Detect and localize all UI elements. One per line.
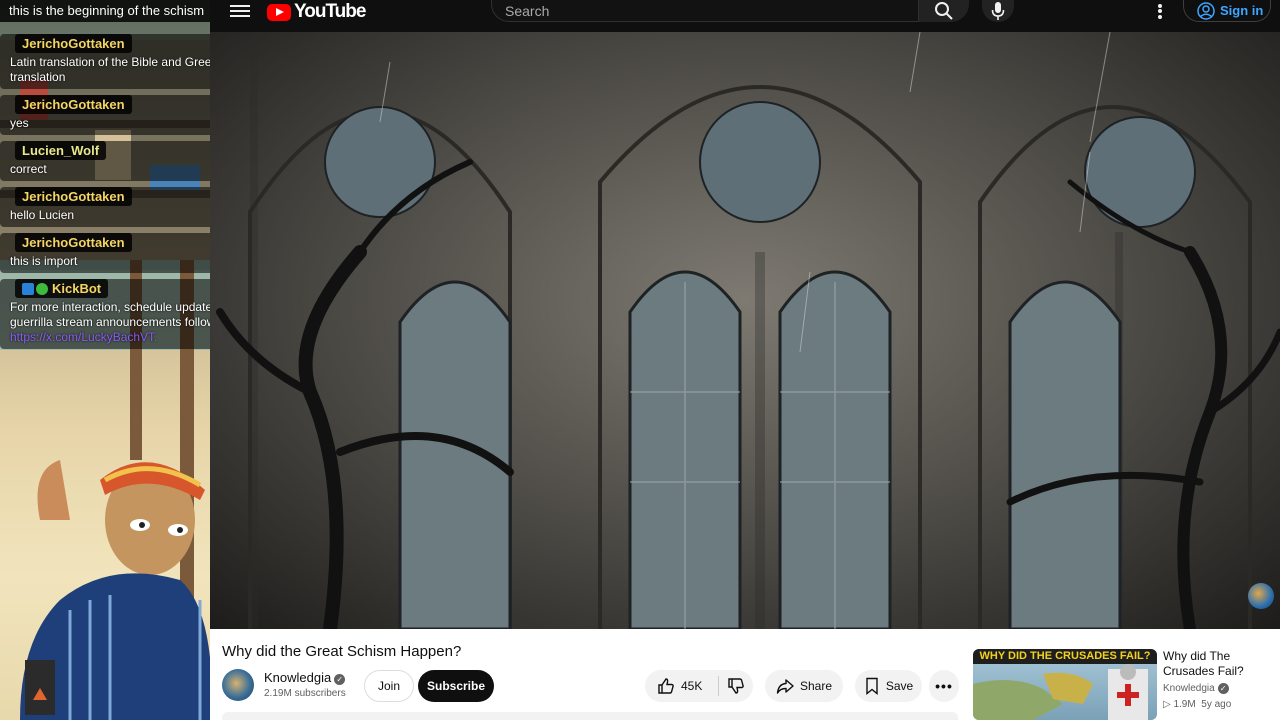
recommended-meta: ▷ 1.9M 5y ago bbox=[1163, 699, 1231, 710]
channel-watermark-icon[interactable] bbox=[1248, 583, 1274, 609]
chat-link[interactable]: https://x.com/LuckyBachVT. bbox=[10, 330, 157, 344]
thumbnail-banner: WHY DID THE CRUSADES FAIL? bbox=[973, 649, 1157, 664]
recommended-thumbnail[interactable]: WHY DID THE CRUSADES FAIL? bbox=[973, 649, 1157, 720]
save-button[interactable]: Save bbox=[855, 670, 922, 702]
sign-in-label: Sign in bbox=[1220, 3, 1264, 18]
chat-username: JerichoGottaken bbox=[15, 34, 132, 53]
account-icon bbox=[1197, 1, 1215, 20]
chat-username: JerichoGottaken bbox=[15, 95, 132, 114]
subscribe-button[interactable]: Subscribe bbox=[418, 670, 494, 702]
search-input[interactable]: Search bbox=[491, 0, 919, 22]
thumbs-up-icon bbox=[658, 678, 674, 694]
bookmark-icon bbox=[866, 677, 878, 695]
chat-username: JerichoGottaken bbox=[15, 187, 132, 206]
save-label: Save bbox=[885, 679, 914, 693]
microphone-icon bbox=[991, 2, 1005, 20]
bot-badge-icon bbox=[22, 283, 48, 295]
more-actions-button[interactable]: ••• bbox=[929, 670, 959, 702]
verified-icon: ✓ bbox=[1217, 683, 1229, 694]
recommended-channel[interactable]: Knowledgia ✓ bbox=[1163, 683, 1229, 694]
chat-username: JerichoGottaken bbox=[15, 233, 132, 252]
share-icon bbox=[776, 679, 794, 694]
dislike-button[interactable] bbox=[719, 677, 745, 695]
subscriber-count: 2.19M subscribers bbox=[264, 688, 346, 699]
share-label: Share bbox=[799, 679, 833, 693]
channel-avatar[interactable] bbox=[222, 669, 254, 701]
recommended-channel-text: Knowledgia bbox=[1163, 683, 1215, 694]
like-dislike-group: 45K bbox=[645, 670, 753, 702]
youtube-play-icon bbox=[267, 3, 291, 21]
youtube-logo[interactable]: YouTube bbox=[267, 1, 366, 23]
search-button[interactable] bbox=[919, 0, 969, 22]
video-title: Why did the Great Schism Happen? bbox=[222, 643, 462, 660]
top-bar: YouTube Search Sign in bbox=[210, 0, 1280, 32]
verified-icon: ✓ bbox=[334, 674, 346, 685]
chat-username: KickBot bbox=[15, 279, 109, 298]
chat-username-text: KickBot bbox=[52, 281, 102, 296]
like-button[interactable]: 45K bbox=[645, 676, 719, 696]
sign-in-button[interactable]: Sign in bbox=[1183, 0, 1271, 22]
channel-name[interactable]: Knowledgia ✓ bbox=[264, 670, 346, 685]
like-count: 45K bbox=[681, 679, 703, 693]
video-info: Why did the Great Schism Happen? Knowled… bbox=[210, 629, 1280, 720]
play-count-icon: ▷ bbox=[1163, 699, 1174, 710]
video-player[interactable] bbox=[210, 32, 1280, 629]
voice-search-button[interactable] bbox=[982, 0, 1014, 22]
share-button[interactable]: Share bbox=[765, 670, 843, 702]
logo-text: YouTube bbox=[294, 1, 366, 22]
thumbs-down-icon bbox=[728, 678, 744, 694]
recommended-views: 1.9M bbox=[1173, 699, 1196, 710]
description-box[interactable] bbox=[222, 712, 958, 720]
settings-more-icon[interactable] bbox=[1148, 2, 1172, 22]
recommended-title[interactable]: Why did The Crusades Fail? bbox=[1163, 649, 1273, 679]
stream-title: this is the beginning of the schism bbox=[0, 0, 212, 22]
recommended-age: 5y ago bbox=[1201, 699, 1232, 710]
join-button[interactable]: Join bbox=[364, 670, 414, 702]
menu-icon[interactable] bbox=[230, 2, 250, 22]
channel-name-text: Knowledgia bbox=[264, 670, 332, 685]
search-icon bbox=[935, 2, 953, 20]
chat-username: Lucien_Wolf bbox=[15, 141, 107, 160]
